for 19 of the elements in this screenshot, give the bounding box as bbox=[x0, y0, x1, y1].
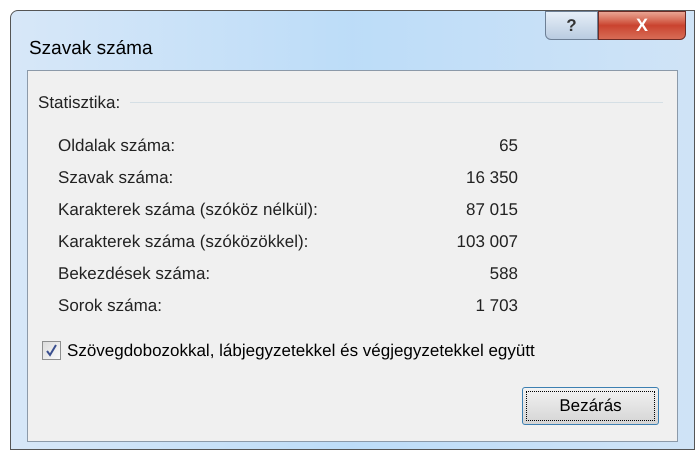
window-title: Szavak száma bbox=[29, 37, 153, 61]
stat-value: 103 007 bbox=[456, 230, 518, 253]
stat-value: 65 bbox=[499, 134, 518, 157]
stat-value: 87 015 bbox=[466, 198, 518, 221]
checkbox[interactable] bbox=[42, 340, 61, 360]
stat-value: 1 703 bbox=[475, 294, 518, 317]
stat-value: 588 bbox=[490, 262, 518, 285]
stat-label: Szavak száma: bbox=[58, 166, 174, 189]
group-label: Statisztika: bbox=[38, 92, 120, 114]
stat-label: Sorok száma: bbox=[58, 294, 162, 317]
stat-label: Karakterek száma (szóközökkel): bbox=[58, 230, 308, 253]
stat-label: Oldalak száma: bbox=[58, 134, 176, 157]
help-button[interactable]: ? bbox=[545, 11, 598, 40]
stat-value: 16 350 bbox=[466, 166, 518, 189]
checkbox-label: Szövegdobozokkal, lábjegyzetekkel és végjegyzetekkel együtt bbox=[67, 340, 535, 362]
close-dialog-button[interactable]: Bezárás bbox=[522, 387, 659, 425]
stat-label: Karakterek száma (szóköz nélkül): bbox=[58, 198, 318, 221]
close-button[interactable]: X bbox=[598, 11, 686, 40]
stat-label: Bekezdések száma: bbox=[58, 262, 210, 285]
